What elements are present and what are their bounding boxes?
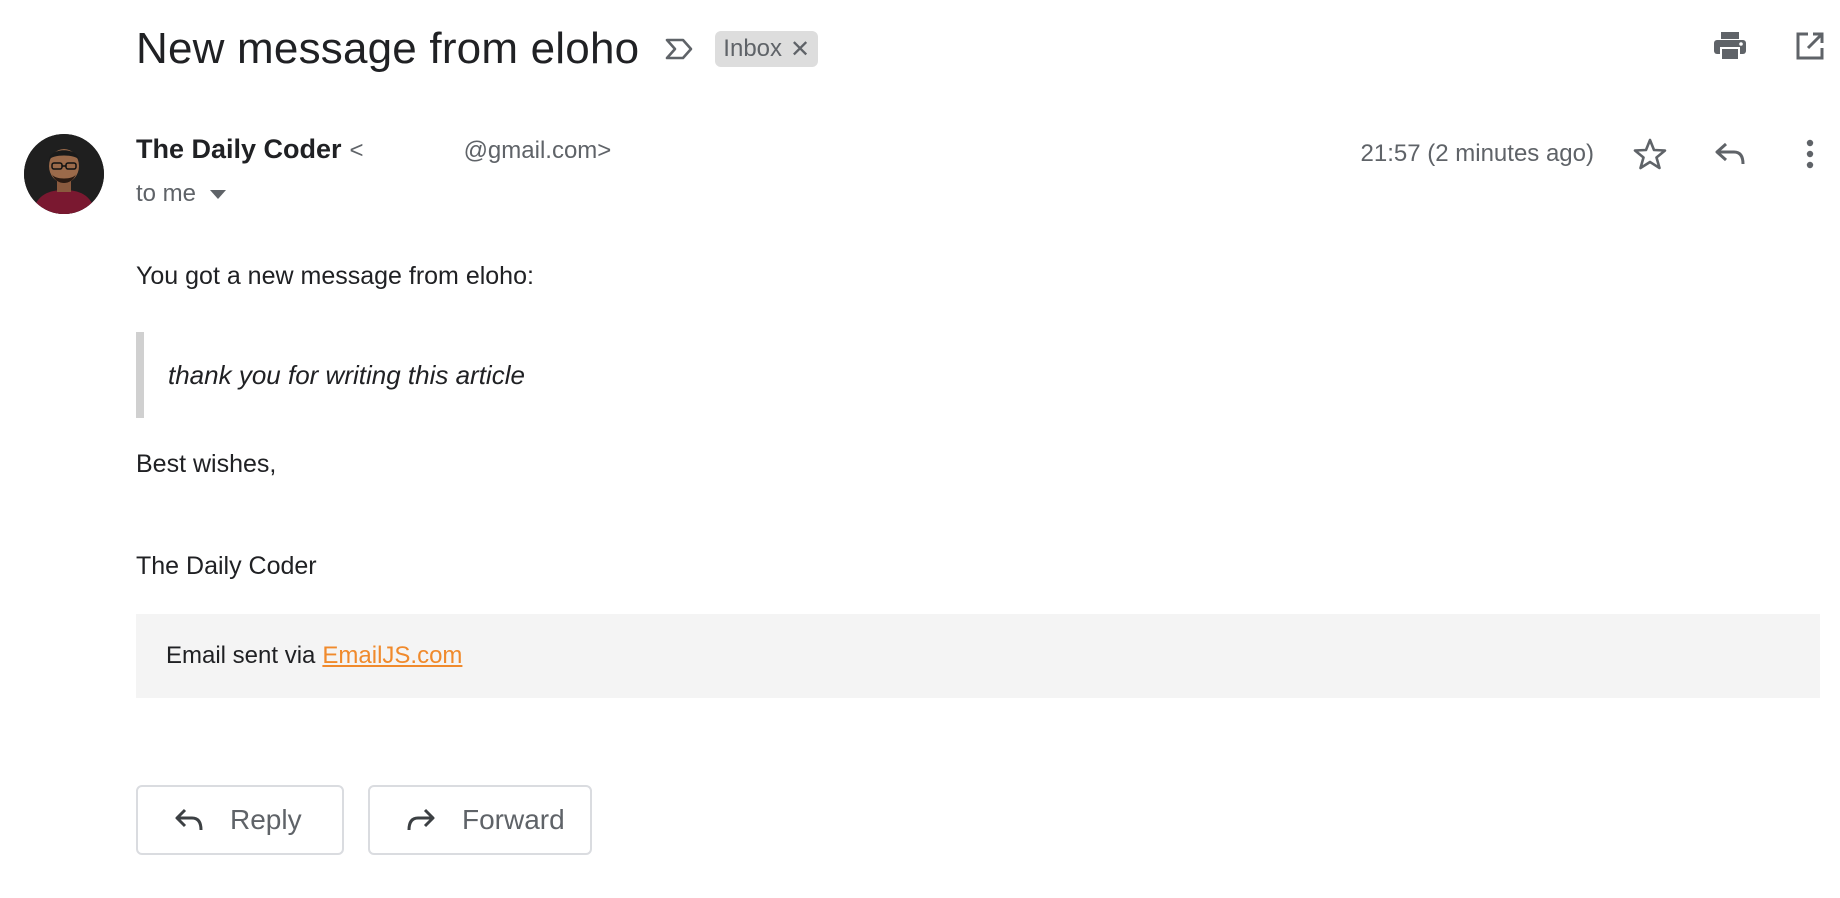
forward-button-label: Forward: [462, 804, 565, 835]
importance-marker-icon[interactable]: [663, 33, 695, 65]
email-view: New message from eloho Inbox ✕ The Daily…: [0, 0, 1840, 898]
email-subject: New message from eloho: [136, 24, 640, 73]
sender-avatar[interactable]: [24, 134, 104, 214]
sender-email-open: <: [349, 137, 364, 164]
subject-row: New message from eloho Inbox ✕: [136, 18, 819, 80]
forward-icon: [406, 807, 436, 833]
footer-text: Email sent via: [166, 642, 316, 669]
sender-line: The Daily Coder < @gmail.com>: [136, 134, 611, 174]
reply-forward-actions: Reply Forward: [136, 785, 592, 855]
sender-name[interactable]: The Daily Coder: [136, 134, 342, 165]
sender-email-domain: @gmail.com>: [463, 137, 612, 164]
recipient-text: to me: [136, 180, 197, 207]
emailjs-link[interactable]: EmailJS.com: [322, 642, 462, 670]
open-in-new-window-icon[interactable]: [1790, 26, 1830, 66]
show-details-caret-icon[interactable]: [210, 189, 227, 199]
inbox-label-chip: Inbox ✕: [715, 31, 819, 67]
reply-button[interactable]: Reply: [136, 785, 344, 855]
quoted-message: thank you for writing this article: [136, 332, 1820, 418]
timestamp: 21:57 (2 minutes ago): [1360, 140, 1594, 167]
message-actions: [1630, 134, 1840, 174]
body-closing: Best wishes,: [136, 450, 277, 478]
label-chip-text: Inbox: [723, 35, 783, 62]
body-signature: The Daily Coder: [136, 552, 317, 580]
reply-icon: [174, 807, 204, 833]
star-icon[interactable]: [1630, 134, 1670, 174]
reply-button-label: Reply: [230, 804, 302, 835]
more-vert-icon[interactable]: [1790, 134, 1830, 174]
body-intro: You got a new message from eloho:: [136, 262, 534, 290]
top-actions: [1666, 26, 1840, 66]
quoted-message-text: thank you for writing this article: [168, 359, 525, 390]
sender-block: The Daily Coder < @gmail.com> to me: [136, 134, 611, 212]
reply-icon[interactable]: [1710, 134, 1750, 174]
message-meta: 21:57 (2 minutes ago): [1361, 134, 1840, 174]
forward-button[interactable]: Forward: [368, 785, 592, 855]
remove-label-icon[interactable]: ✕: [790, 35, 810, 64]
sender-email: < @gmail.com>: [350, 137, 612, 165]
recipient-line[interactable]: to me: [136, 176, 611, 212]
print-icon[interactable]: [1710, 26, 1750, 66]
email-footer: Email sent via EmailJS.com: [136, 614, 1820, 698]
email-body: You got a new message from eloho: thank …: [136, 258, 1820, 698]
